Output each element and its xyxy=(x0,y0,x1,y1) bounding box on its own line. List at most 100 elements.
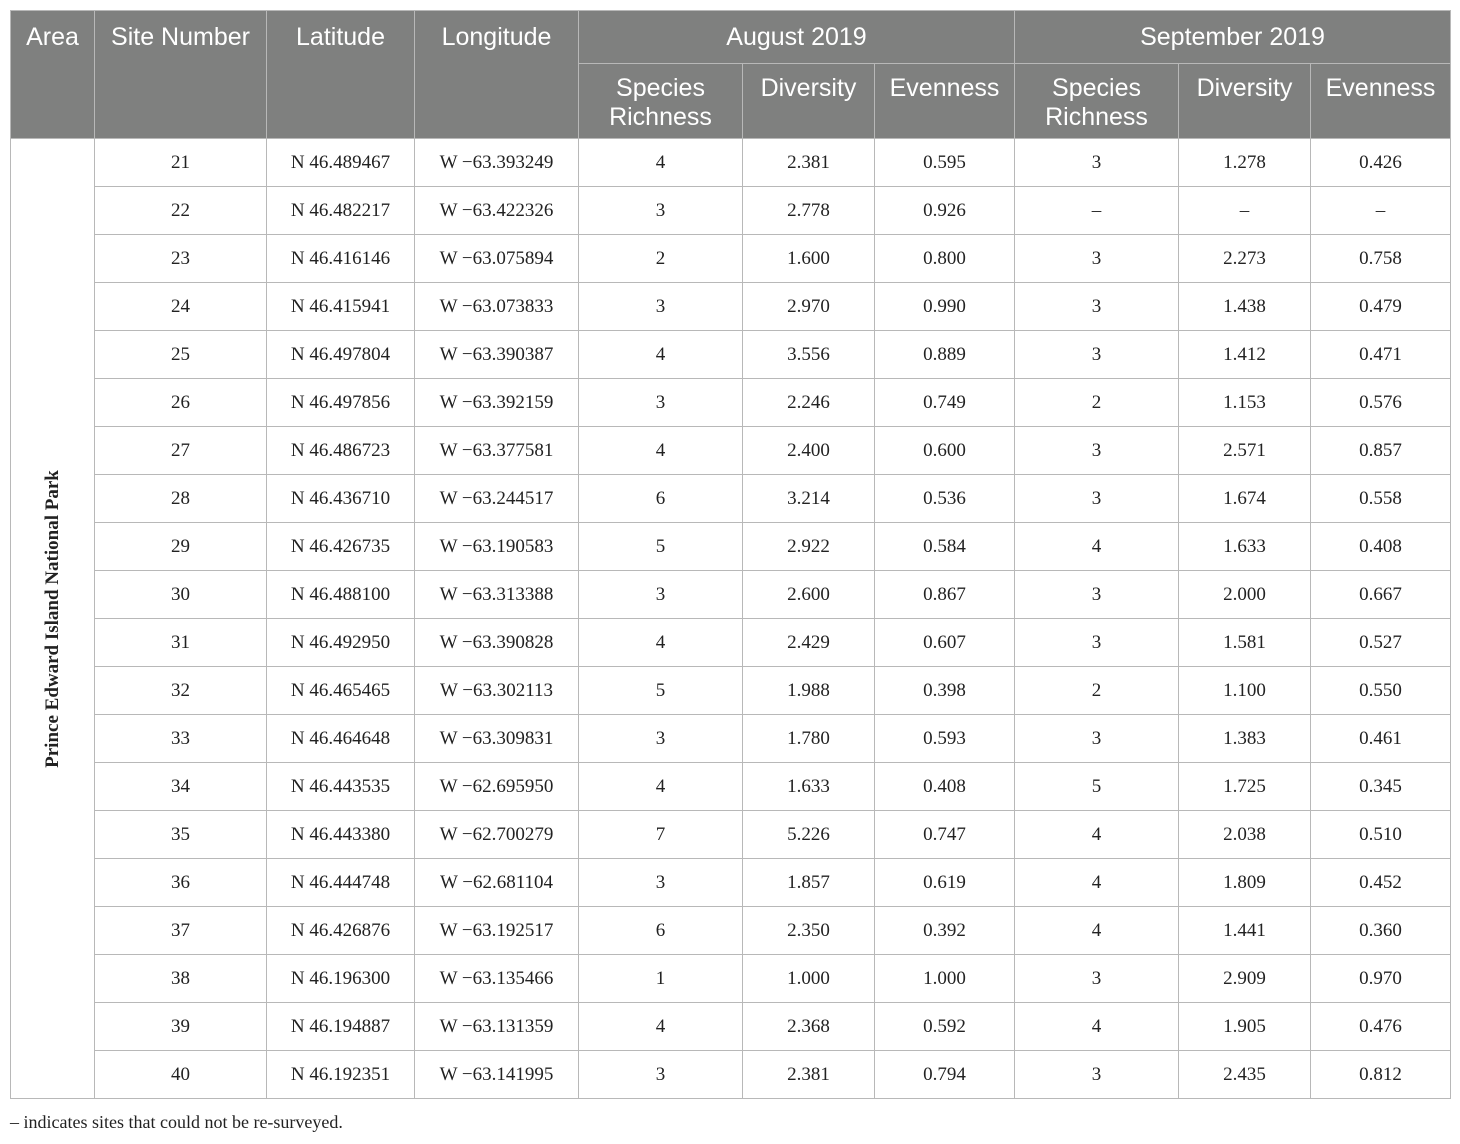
aug-species-richness-cell: 7 xyxy=(578,810,743,859)
aug-evenness-cell: 0.398 xyxy=(873,666,1016,715)
latitude-cell: N 46.464648 xyxy=(266,714,415,763)
table-row: 28 N 46.436710 W −63.244517 6 3.214 0.536 3 1.6… xyxy=(11,474,1452,523)
sep-species-richness-cell: – xyxy=(1014,186,1180,235)
header-sep-evenness: Evenness xyxy=(1310,63,1452,139)
table-row: 32 N 46.465465 W −63.302113 5 1.988 0.398 2 1.1… xyxy=(11,666,1452,715)
site-number-cell: 27 xyxy=(94,426,267,475)
sep-species-richness-cell: 3 xyxy=(1014,1050,1180,1099)
sep-evenness-cell: 0.360 xyxy=(1310,906,1452,955)
sep-evenness-cell: 0.476 xyxy=(1310,1002,1452,1051)
site-number-cell: 30 xyxy=(94,570,267,619)
sep-species-richness-cell: 3 xyxy=(1014,138,1180,187)
table-row: 27 N 46.486723 W −63.377581 4 2.400 0.600 3 2.5… xyxy=(11,426,1452,475)
latitude-cell: N 46.416146 xyxy=(266,234,415,283)
longitude-cell: W −63.390828 xyxy=(414,618,579,667)
aug-evenness-cell: 0.607 xyxy=(873,618,1016,667)
longitude-cell: W −62.695950 xyxy=(414,762,579,811)
table-row: 36 N 46.444748 W −62.681104 3 1.857 0.619 4 1.8… xyxy=(11,858,1452,907)
aug-evenness-cell: 1.000 xyxy=(873,954,1016,1003)
longitude-cell: W −63.075894 xyxy=(414,234,579,283)
aug-diversity-cell: 2.778 xyxy=(742,186,875,235)
aug-species-richness-cell: 3 xyxy=(578,186,743,235)
longitude-cell: W −63.309831 xyxy=(414,714,579,763)
table-row: 30 N 46.488100 W −63.313388 3 2.600 0.867 3 2.0… xyxy=(11,570,1452,619)
aug-species-richness-cell: 1 xyxy=(578,954,743,1003)
footnote: – indicates sites that could not be re-s… xyxy=(10,1112,343,1132)
site-number-cell: 32 xyxy=(94,666,267,715)
table-row: 29 N 46.426735 W −63.190583 5 2.922 0.584 4 1.6… xyxy=(11,522,1452,571)
sep-evenness-cell: 0.479 xyxy=(1310,282,1452,331)
site-number-cell: 22 xyxy=(94,186,267,235)
aug-diversity-cell: 3.556 xyxy=(742,330,875,379)
sep-species-richness-cell: 4 xyxy=(1014,858,1180,907)
longitude-cell: W −63.390387 xyxy=(414,330,579,379)
header-latitude: Latitude xyxy=(266,10,415,139)
table-row: 25 N 46.497804 W −63.390387 4 3.556 0.889 3 1.4… xyxy=(11,330,1452,379)
aug-evenness-cell: 0.749 xyxy=(873,378,1016,427)
aug-evenness-cell: 0.794 xyxy=(873,1050,1016,1099)
sep-diversity-cell: 1.725 xyxy=(1178,762,1312,811)
sep-species-richness-cell: 4 xyxy=(1014,810,1180,859)
sep-species-richness-cell: 3 xyxy=(1014,426,1180,475)
sep-evenness-cell: 0.452 xyxy=(1310,858,1452,907)
site-number-cell: 29 xyxy=(94,522,267,571)
aug-diversity-cell: 5.226 xyxy=(742,810,875,859)
sep-evenness-cell: 0.408 xyxy=(1310,522,1452,571)
aug-evenness-cell: 0.600 xyxy=(873,426,1016,475)
sep-diversity-cell: 2.273 xyxy=(1178,234,1312,283)
sep-evenness-cell: 0.426 xyxy=(1310,138,1452,187)
sep-diversity-cell: 2.000 xyxy=(1178,570,1312,619)
sep-diversity-cell: 1.809 xyxy=(1178,858,1312,907)
aug-diversity-cell: 2.970 xyxy=(742,282,875,331)
header-august-2019: August 2019 xyxy=(577,10,1016,64)
aug-species-richness-cell: 3 xyxy=(578,282,743,331)
area-label: Prince Edward Island National Park xyxy=(41,469,63,768)
table-row: 38 N 46.196300 W −63.135466 1 1.000 1.000 3 2.9… xyxy=(11,954,1452,1003)
sep-evenness-cell: – xyxy=(1310,186,1452,235)
sep-diversity-cell: 1.633 xyxy=(1178,522,1312,571)
latitude-cell: N 46.426876 xyxy=(266,906,415,955)
aug-species-richness-cell: 4 xyxy=(578,330,743,379)
longitude-cell: W −63.393249 xyxy=(414,138,579,187)
sep-diversity-cell: 2.909 xyxy=(1178,954,1312,1003)
sep-evenness-cell: 0.550 xyxy=(1310,666,1452,715)
aug-diversity-cell: 1.857 xyxy=(742,858,875,907)
site-number-cell: 35 xyxy=(94,810,267,859)
longitude-cell: W −62.681104 xyxy=(414,858,579,907)
latitude-cell: N 46.465465 xyxy=(266,666,415,715)
sep-species-richness-cell: 3 xyxy=(1014,282,1180,331)
site-number-cell: 31 xyxy=(94,618,267,667)
sep-evenness-cell: 0.345 xyxy=(1310,762,1452,811)
site-number-cell: 24 xyxy=(94,282,267,331)
aug-diversity-cell: 2.429 xyxy=(742,618,875,667)
aug-species-richness-cell: 4 xyxy=(578,618,743,667)
aug-diversity-cell: 2.922 xyxy=(742,522,875,571)
aug-species-richness-cell: 3 xyxy=(578,378,743,427)
aug-evenness-cell: 0.584 xyxy=(873,522,1016,571)
aug-diversity-cell: 1.000 xyxy=(742,954,875,1003)
aug-species-richness-cell: 4 xyxy=(578,138,743,187)
sep-species-richness-cell: 4 xyxy=(1014,522,1180,571)
sep-species-richness-cell: 3 xyxy=(1014,714,1180,763)
sep-diversity-cell: 2.435 xyxy=(1178,1050,1312,1099)
latitude-cell: N 46.443380 xyxy=(266,810,415,859)
site-number-cell: 36 xyxy=(94,858,267,907)
aug-diversity-cell: 3.214 xyxy=(742,474,875,523)
table-row: 23 N 46.416146 W −63.075894 2 1.600 0.800 3 2.2… xyxy=(11,234,1452,283)
sep-diversity-cell: 1.674 xyxy=(1178,474,1312,523)
aug-evenness-cell: 0.592 xyxy=(873,1002,1016,1051)
latitude-cell: N 46.488100 xyxy=(266,570,415,619)
aug-diversity-cell: 2.381 xyxy=(742,1050,875,1099)
aug-species-richness-cell: 6 xyxy=(578,906,743,955)
sep-species-richness-cell: 3 xyxy=(1014,954,1180,1003)
longitude-cell: W −63.244517 xyxy=(414,474,579,523)
sep-species-richness-cell: 4 xyxy=(1014,906,1180,955)
latitude-cell: N 46.194887 xyxy=(266,1002,415,1051)
longitude-cell: W −63.422326 xyxy=(414,186,579,235)
site-number-cell: 26 xyxy=(94,378,267,427)
header-aug-evenness: Evenness xyxy=(873,63,1016,139)
area-cell: Prince Edward Island National Park xyxy=(10,138,95,1099)
aug-species-richness-cell: 5 xyxy=(578,666,743,715)
longitude-cell: W −63.131359 xyxy=(414,1002,579,1051)
aug-evenness-cell: 0.747 xyxy=(873,810,1016,859)
